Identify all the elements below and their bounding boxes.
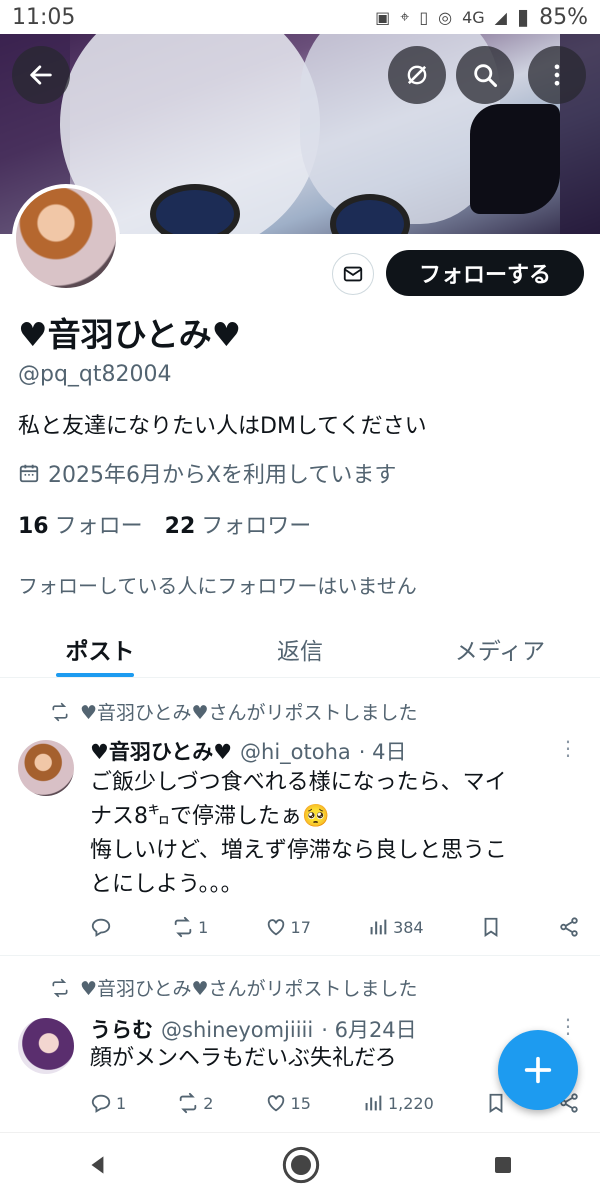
- nav-home-button[interactable]: [281, 1145, 321, 1189]
- tab-replies[interactable]: 返信: [200, 620, 400, 677]
- post-more-icon[interactable]: ⋮: [558, 1014, 578, 1038]
- post-author-name[interactable]: ♥音羽ひとみ♥: [90, 736, 232, 766]
- share-button[interactable]: [558, 916, 580, 938]
- follow-button[interactable]: フォローする: [386, 250, 584, 296]
- square-recents-icon: [495, 1156, 511, 1173]
- more-options-button[interactable]: [528, 46, 586, 104]
- analytics-icon: [365, 1095, 382, 1111]
- repost-button[interactable]: 1: [172, 916, 208, 938]
- active-tab-indicator: [56, 673, 134, 677]
- home-circle-icon: [282, 1146, 320, 1183]
- mutual-followers-note: フォローしている人にフォロワーはいません: [18, 574, 417, 598]
- views-button[interactable]: 384: [367, 916, 424, 938]
- following-link[interactable]: 16 フォロー: [18, 508, 143, 540]
- profile-tabs: ポスト 返信 メディア: [0, 620, 600, 678]
- grok-button[interactable]: [388, 46, 446, 104]
- heart-icon: [267, 1095, 284, 1112]
- post-author-handle[interactable]: @hi_otoha: [240, 740, 351, 764]
- bookmark-icon: [489, 1093, 503, 1113]
- cast-icon: ▣: [375, 7, 391, 27]
- system-nav-bar: [0, 1132, 600, 1200]
- heart-icon: [267, 919, 284, 936]
- calendar-icon: [19, 464, 39, 483]
- post-more-icon[interactable]: ⋮: [558, 736, 578, 760]
- post-text: ご飯少しづつ食べれる様になったら、マイ ナス8㌔で停滞したぁ🥺 悔しいけど、増え…: [90, 770, 507, 897]
- back-button[interactable]: [12, 46, 70, 104]
- post-author-name[interactable]: うらむ: [90, 1014, 153, 1044]
- reply-button[interactable]: [90, 916, 116, 938]
- battery-icon: ▮: [516, 4, 530, 30]
- reply-icon: [91, 918, 111, 937]
- arrow-left-icon: [30, 65, 52, 85]
- analytics-icon: [370, 919, 387, 935]
- profile-avatar[interactable]: [12, 184, 120, 292]
- profile-handle: @pq_qt82004: [18, 362, 172, 387]
- post-time[interactable]: · 6月24日: [321, 1014, 416, 1044]
- hotspot-icon: ◎: [438, 7, 453, 27]
- location-icon: ⌖: [400, 7, 410, 26]
- post-actions: 1 17 384: [90, 916, 580, 938]
- compose-post-button[interactable]: [498, 1030, 578, 1110]
- bookmark-button[interactable]: [485, 1092, 507, 1114]
- nav-back-button[interactable]: [85, 1152, 111, 1182]
- envelope-icon: [343, 266, 363, 282]
- nav-recents-button[interactable]: [491, 1153, 515, 1181]
- profile-name: ♥音羽ひとみ♥: [18, 315, 242, 354]
- message-button[interactable]: [332, 253, 374, 295]
- more-vertical-icon: [554, 64, 560, 86]
- grok-icon: [407, 65, 427, 85]
- search-icon: [474, 64, 498, 88]
- share-icon: [560, 917, 578, 937]
- repost-indicator: ♥音羽ひとみ♥さんがリポストしました: [50, 974, 418, 1001]
- bookmark-button[interactable]: [480, 916, 502, 938]
- post-header: うらむ @shineyomjiiii · 6月24日: [90, 1014, 417, 1044]
- views-button[interactable]: 1,220: [362, 1092, 434, 1114]
- tab-media[interactable]: メディア: [400, 620, 600, 677]
- repost-indicator: ♥音羽ひとみ♥さんがリポストしました: [50, 698, 418, 725]
- repost-icon: [180, 1092, 197, 1114]
- follow-counts: 16 フォロー 22 フォロワー: [18, 508, 311, 540]
- followers-link[interactable]: 22 フォロワー: [165, 508, 312, 540]
- joined-date: 2025年6月からXを利用しています: [18, 457, 396, 489]
- post-author-handle[interactable]: @shineyomjiiii: [161, 1018, 313, 1042]
- like-button[interactable]: 17: [265, 916, 311, 938]
- search-button[interactable]: [456, 46, 514, 104]
- bookmark-icon: [484, 917, 498, 937]
- signal-icon: ◢: [494, 7, 507, 27]
- status-time: 11:05: [12, 4, 76, 30]
- profile-bio: 私と友達になりたい人はDMしてください: [18, 414, 427, 439]
- post-author-avatar[interactable]: [18, 1018, 74, 1074]
- repost-icon: [52, 702, 68, 721]
- repost-icon: [174, 916, 192, 938]
- post-author-avatar[interactable]: [18, 740, 74, 796]
- triangle-back-icon: [91, 1155, 104, 1174]
- vibrate-icon: ▯: [419, 7, 429, 27]
- plus-icon: [524, 1056, 552, 1084]
- network-type: 4G: [462, 7, 485, 27]
- post-header: ♥音羽ひとみ♥ @hi_otoha · 4日: [90, 736, 407, 766]
- repost-button[interactable]: 2: [177, 1092, 213, 1114]
- like-button[interactable]: 15: [265, 1092, 311, 1114]
- tab-posts[interactable]: ポスト: [0, 620, 200, 677]
- joined-text: 2025年6月からXを利用しています: [48, 463, 397, 488]
- repost-icon: [52, 978, 68, 997]
- battery-level: 85%: [539, 4, 588, 30]
- reply-button[interactable]: 1: [90, 1092, 126, 1114]
- post-time[interactable]: · 4日: [359, 736, 407, 766]
- timeline-post[interactable]: ♥音羽ひとみ♥さんがリポストしました ♥音羽ひとみ♥ @hi_otoha · 4…: [0, 680, 600, 956]
- reply-icon: [91, 1094, 111, 1113]
- status-bar: 11:05 ▣ ⌖ ▯ ◎ 4G ◢ ▮ 85%: [0, 0, 600, 34]
- status-icons: ▣ ⌖ ▯ ◎ 4G ◢ ▮ 85%: [375, 5, 588, 30]
